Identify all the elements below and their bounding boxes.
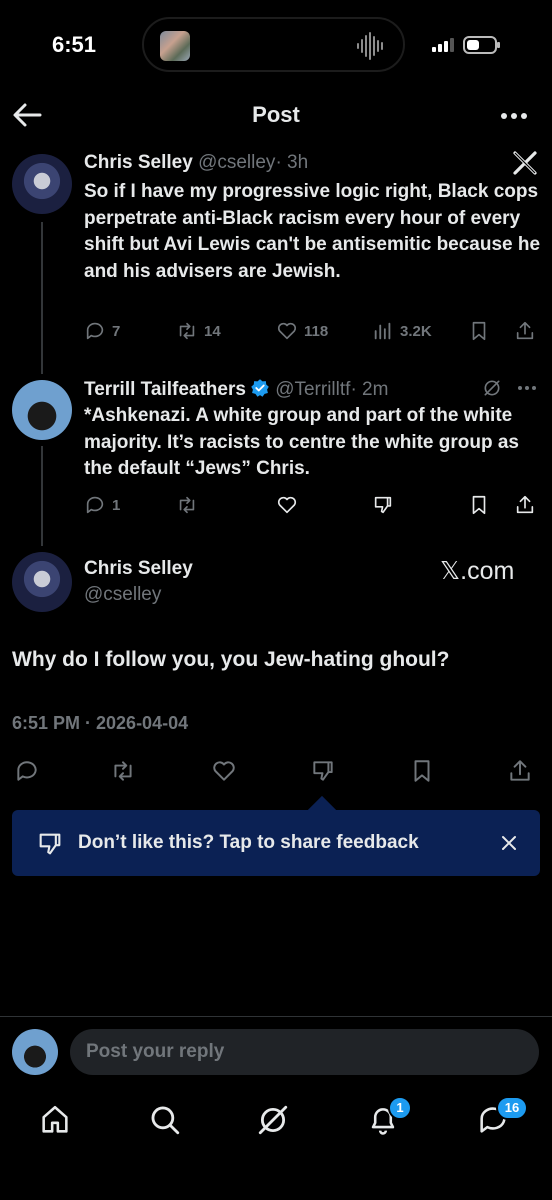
- repost-icon: [179, 496, 195, 514]
- view-count: 3.2K: [400, 322, 432, 340]
- reply-icon: [86, 496, 104, 514]
- post-text: Why do I follow you, you Jew-hating ghou…: [12, 648, 450, 671]
- tweet-time: · 3h: [275, 152, 309, 173]
- like-button[interactable]: [276, 494, 298, 516]
- share-button[interactable]: [514, 494, 536, 516]
- tweet-text: So if I have my progressive logic right,…: [84, 181, 541, 282]
- x-logo-icon: [512, 150, 538, 181]
- bookmark-icon: [472, 495, 486, 515]
- grok-icon[interactable]: [256, 1103, 290, 1142]
- thumbs-down-icon: [313, 761, 333, 781]
- now-playing-thumbnail: [160, 31, 190, 61]
- bookmark-icon: [472, 321, 486, 341]
- repost-button[interactable]: [176, 494, 198, 516]
- author-name[interactable]: Chris Selley: [84, 558, 193, 580]
- thumbs-down-icon: [36, 830, 64, 863]
- reply-button[interactable]: 7: [84, 320, 120, 342]
- dislike-button[interactable]: [310, 758, 336, 789]
- feedback-text: Don’t like this? Tap to share feedback: [78, 832, 419, 853]
- reply-button[interactable]: 1: [84, 494, 120, 516]
- heart-icon: [213, 761, 235, 781]
- reply-count: 7: [112, 322, 121, 340]
- repost-count: 14: [204, 322, 221, 340]
- back-arrow-icon[interactable]: [10, 100, 44, 130]
- tweet-author-line: Terrill Tailfeathers @Terrilltf· 2m: [84, 378, 388, 401]
- thread-line: [41, 446, 43, 546]
- bookmark-button[interactable]: [468, 494, 490, 516]
- feedback-banner[interactable]: Don’t like this? Tap to share feedback: [12, 810, 540, 876]
- x-com-watermark: 𝕏.com: [440, 557, 515, 585]
- avatar[interactable]: [12, 380, 72, 440]
- repost-button[interactable]: 14: [176, 320, 221, 342]
- views-icon: [374, 322, 391, 340]
- avatar[interactable]: [12, 154, 72, 214]
- views-button[interactable]: 3.2K: [372, 320, 432, 342]
- tweet-time: · 2m: [350, 379, 389, 400]
- thumbs-down-icon: [374, 496, 392, 514]
- author-handle[interactable]: @Terrilltf: [275, 379, 350, 400]
- status-time: 6:51: [52, 32, 97, 57]
- messages-badge: 16: [496, 1096, 528, 1120]
- page-title: Post: [252, 102, 300, 127]
- audio-waveform-icon: [357, 31, 387, 61]
- more-options-icon[interactable]: [496, 104, 532, 128]
- tweet-more-icon[interactable]: [516, 378, 538, 403]
- notifications-badge: 1: [388, 1096, 412, 1120]
- author-handle[interactable]: @cselley: [84, 584, 161, 606]
- author-name[interactable]: Terrill Tailfeathers: [84, 379, 246, 400]
- share-button[interactable]: [507, 758, 533, 789]
- share-icon: [516, 495, 534, 514]
- thread-line: [41, 222, 43, 374]
- author-name[interactable]: Chris Selley: [84, 152, 193, 173]
- reply-icon: [86, 322, 104, 340]
- bookmark-icon: [414, 760, 430, 782]
- signal-icon: [432, 38, 454, 52]
- share-button[interactable]: [514, 320, 536, 342]
- my-avatar[interactable]: [12, 1029, 58, 1075]
- share-icon: [516, 321, 534, 340]
- verified-badge-icon: [251, 379, 269, 397]
- tweet-author-line: Chris Selley @cselley· 3h: [84, 152, 308, 174]
- repost-button[interactable]: [110, 758, 136, 789]
- share-icon: [510, 760, 530, 781]
- home-icon[interactable]: [38, 1103, 72, 1142]
- divider: [0, 1016, 552, 1017]
- reply-input[interactable]: Post your reply: [70, 1029, 539, 1075]
- tweet-text: *Ashkenazi. A white group and part of th…: [84, 405, 519, 479]
- like-button[interactable]: [211, 758, 237, 789]
- reply-icon: [17, 761, 37, 781]
- battery-icon: [463, 36, 500, 54]
- grok-icon[interactable]: [482, 378, 502, 403]
- heart-icon: [277, 322, 297, 340]
- like-button[interactable]: 118: [276, 320, 328, 342]
- author-handle[interactable]: @cselley: [198, 152, 275, 173]
- dynamic-island: [142, 17, 405, 72]
- reply-button[interactable]: [14, 758, 40, 789]
- heart-icon: [277, 496, 297, 514]
- dislike-button[interactable]: [372, 494, 394, 516]
- reply-count: 1: [112, 496, 121, 514]
- avatar[interactable]: [12, 552, 72, 612]
- repost-icon: [114, 761, 132, 781]
- search-icon[interactable]: [148, 1103, 182, 1142]
- like-count: 118: [304, 322, 329, 340]
- repost-icon: [179, 322, 195, 340]
- post-timestamp: 6:51 PM · 2026-04-04: [12, 713, 189, 733]
- bookmark-button[interactable]: [409, 758, 435, 789]
- close-icon[interactable]: [498, 832, 520, 859]
- bookmark-button[interactable]: [468, 320, 490, 342]
